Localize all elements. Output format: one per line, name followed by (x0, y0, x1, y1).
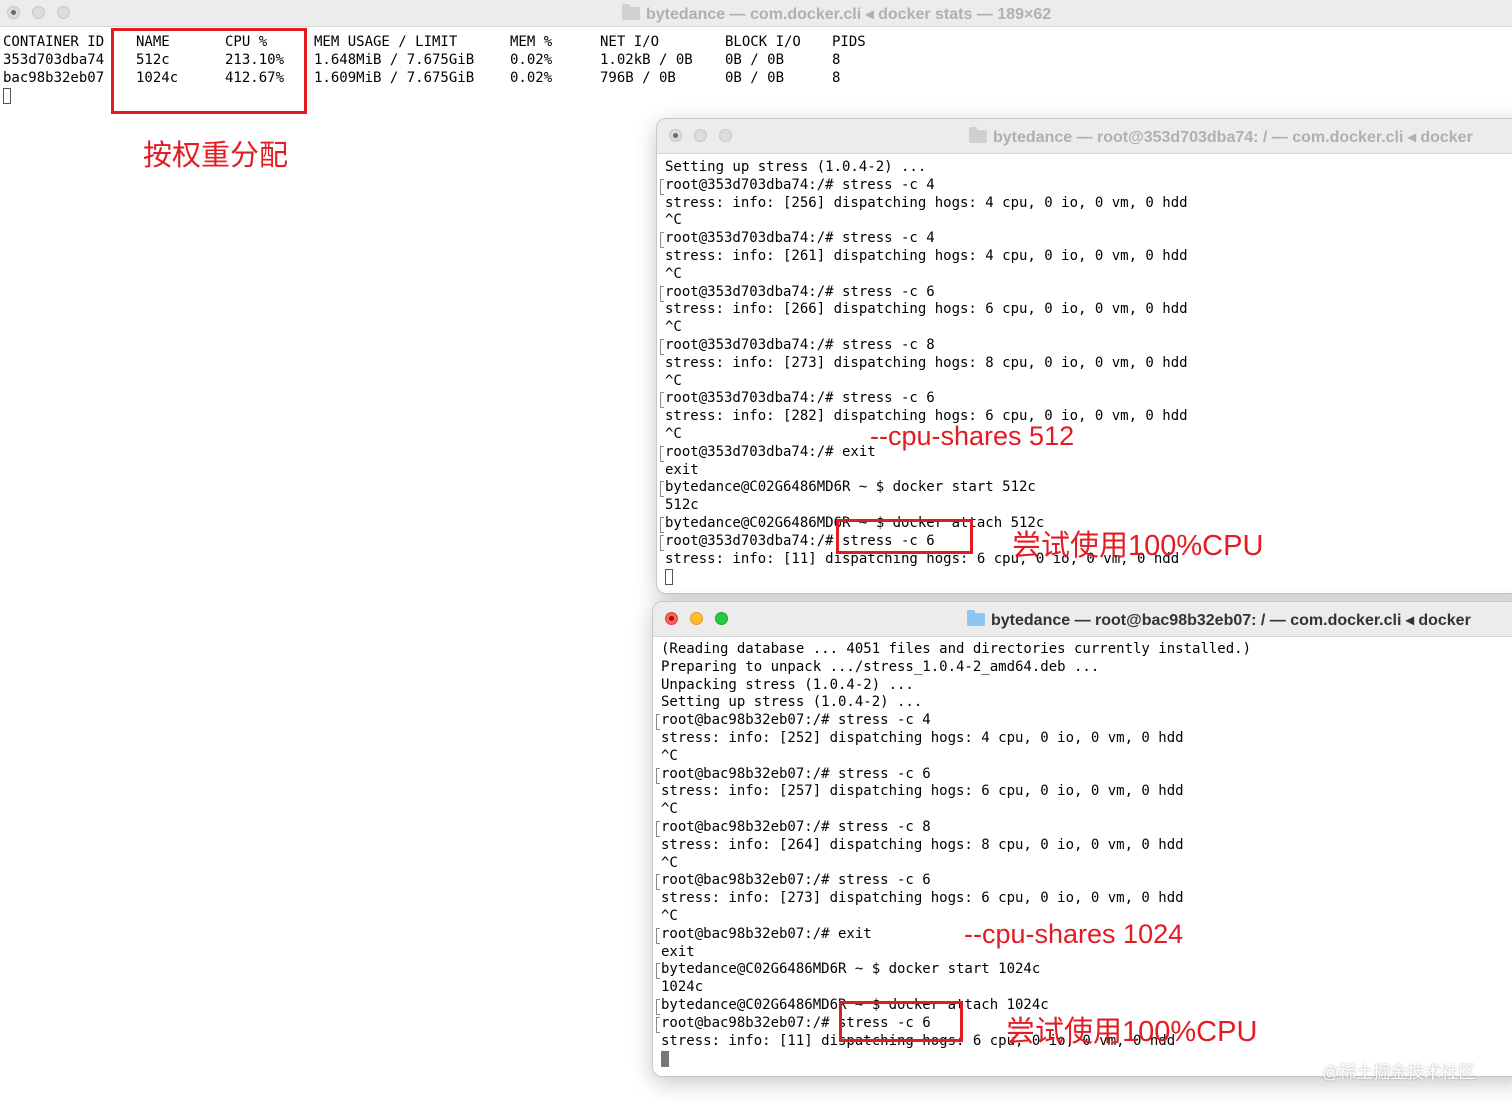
container-id-cell: bac98b32eb07 (3, 70, 105, 86)
terminal-line: root@bac98b32eb07:/# stress -c 8 (655, 819, 1251, 837)
window-title: bytedance — root@353d703dba74: / — com.d… (969, 127, 1473, 147)
terminal-line: Preparing to unpack .../stress_1.0.4-2_a… (661, 658, 1100, 675)
docker-stats-table: CONTAINER ID NAME CPU % MEM USAGE / LIMI… (3, 34, 866, 88)
column-header: CONTAINER ID (3, 34, 105, 50)
window-title: bytedance — root@bac98b32eb07: / — com.d… (967, 610, 1471, 630)
terminal-line: Setting up stress (1.0.4-2) ... (665, 159, 927, 175)
terminal-line: stress: info: [264] dispatching hogs: 8 … (661, 836, 1184, 853)
terminal-line: root@bac98b32eb07:/# stress -c 4 (655, 712, 1251, 730)
terminal-line: Unpacking stress (1.0.4-2) ... (661, 676, 914, 693)
terminal-window-1024c[interactable]: bytedance — root@bac98b32eb07: / — com.d… (652, 601, 1512, 1077)
block-io-cell: 0B / 0B (725, 70, 785, 86)
terminal-line: stress: info: [273] dispatching hogs: 8 … (665, 354, 1188, 371)
minimize-button[interactable] (694, 129, 707, 142)
folder-icon (622, 4, 640, 20)
highlight-box-name-cpu (111, 28, 307, 114)
table-row: bac98b32eb07 1024c 412.67% 1.609MiB / 7.… (3, 70, 840, 88)
terminal-line: bytedance@C02G6486MD6R ~ $ docker start … (655, 961, 1251, 980)
mem-usage-cell: 1.609MiB / 7.675GiB (314, 70, 475, 86)
column-header: MEM USAGE / LIMIT (314, 34, 458, 50)
terminal-line: stress: info: [261] dispatching hogs: 4 … (665, 247, 1188, 264)
pids-cell: 8 (832, 70, 841, 86)
zoom-button[interactable] (715, 612, 728, 625)
pids-cell: 8 (832, 52, 841, 68)
table-header-row: CONTAINER ID NAME CPU % MEM USAGE / LIMI… (3, 34, 866, 52)
terminal-cursor (661, 1051, 669, 1067)
column-header: PIDS (832, 34, 866, 50)
terminal-line: root@bac98b32eb07:/# stress -c 6 (655, 872, 1251, 891)
zoom-button[interactable] (57, 6, 70, 19)
annotation-cpu-shares-512: --cpu-shares 512 (870, 421, 1075, 451)
terminal-line: root@353d703dba74:/# stress -c 4 (660, 230, 1188, 248)
terminal-line: exit (665, 461, 699, 478)
block-io-cell: 0B / 0B (725, 52, 785, 68)
terminal-line: root@353d703dba74:/# stress -c 4 (660, 177, 1188, 195)
watermark: @稀土掘金技术社区 (1322, 1063, 1476, 1082)
stats-window-title: bytedance — com.docker.cli ◂ docker stat… (622, 4, 1051, 24)
terminal-cursor (665, 569, 673, 585)
zoom-button[interactable] (719, 129, 732, 142)
terminal-output[interactable]: (Reading database ... 4051 files and dir… (655, 641, 1252, 1050)
annotation-try-full-cpu-512: 尝试使用100%CPU (1012, 530, 1264, 562)
close-button[interactable] (669, 129, 682, 142)
terminal-line: (Reading database ... 4051 files and dir… (661, 641, 1252, 657)
net-io-cell: 796B / 0B (600, 70, 676, 86)
close-button[interactable] (665, 612, 678, 625)
annotation-cpu-shares-1024: --cpu-shares 1024 (964, 919, 1184, 949)
terminal-line: stress: info: [273] dispatching hogs: 6 … (661, 890, 1184, 907)
terminal-line: stress: info: [252] dispatching hogs: 4 … (661, 729, 1184, 746)
annotation-try-full-cpu-1024: 尝试使用100%CPU (1006, 1016, 1258, 1048)
terminal-line: ^C (661, 747, 678, 764)
terminal-line: ^C (661, 801, 678, 818)
folder-icon (969, 127, 987, 143)
mem-percent-cell: 0.02% (510, 52, 553, 68)
terminal-line: ^C (661, 854, 678, 871)
highlight-box-stress-1024 (839, 1001, 963, 1042)
terminal-line: Setting up stress (1.0.4-2) ... (661, 694, 923, 711)
column-header: NET I/O (600, 34, 660, 50)
minimize-button[interactable] (690, 612, 703, 625)
minimize-button[interactable] (32, 6, 45, 19)
mem-percent-cell: 0.02% (510, 70, 553, 86)
folder-icon (967, 610, 985, 626)
terminal-line: 1024c (661, 979, 704, 996)
terminal-output[interactable]: Setting up stress (1.0.4-2) ... root@353… (660, 159, 1188, 568)
column-header: BLOCK I/O (725, 34, 801, 50)
terminal-line: root@353d703dba74:/# stress -c 6 (660, 390, 1188, 409)
terminal-line: ^C (665, 212, 682, 229)
terminal-line: ^C (665, 372, 682, 389)
terminal-line: stress: info: [257] dispatching hogs: 6 … (661, 783, 1184, 800)
column-header: MEM % (510, 34, 553, 50)
net-io-cell: 1.02kB / 0B (600, 52, 693, 68)
window-titlebar[interactable]: bytedance — root@353d703dba74: / — com.d… (657, 119, 1512, 154)
terminal-line: root@353d703dba74:/# stress -c 6 (660, 284, 1188, 302)
terminal-line: ^C (665, 265, 682, 282)
terminal-line: stress: info: [266] dispatching hogs: 6 … (665, 301, 1188, 318)
terminal-line: stress: info: [256] dispatching hogs: 4 … (665, 194, 1188, 211)
terminal-line: bytedance@C02G6486MD6R ~ $ docker start … (660, 479, 1188, 498)
annotation-weighted: 按权重分配 (143, 140, 289, 172)
terminal-line: root@353d703dba74:/# stress -c 8 (660, 337, 1188, 355)
terminal-line: root@bac98b32eb07:/# stress -c 6 (655, 766, 1251, 784)
close-button[interactable] (7, 6, 20, 19)
window-titlebar[interactable]: bytedance — root@bac98b32eb07: / — com.d… (653, 602, 1512, 637)
container-id-cell: 353d703dba74 (3, 52, 105, 68)
terminal-line: 512c (665, 497, 699, 514)
stats-window-titlebar[interactable]: bytedance — com.docker.cli ◂ docker stat… (0, 0, 1512, 27)
mem-usage-cell: 1.648MiB / 7.675GiB (314, 52, 475, 68)
terminal-cursor (3, 88, 11, 104)
terminal-line: ^C (665, 319, 682, 336)
table-row: 353d703dba74 512c 213.10% 1.648MiB / 7.6… (3, 52, 840, 70)
highlight-box-stress-512 (836, 519, 973, 554)
